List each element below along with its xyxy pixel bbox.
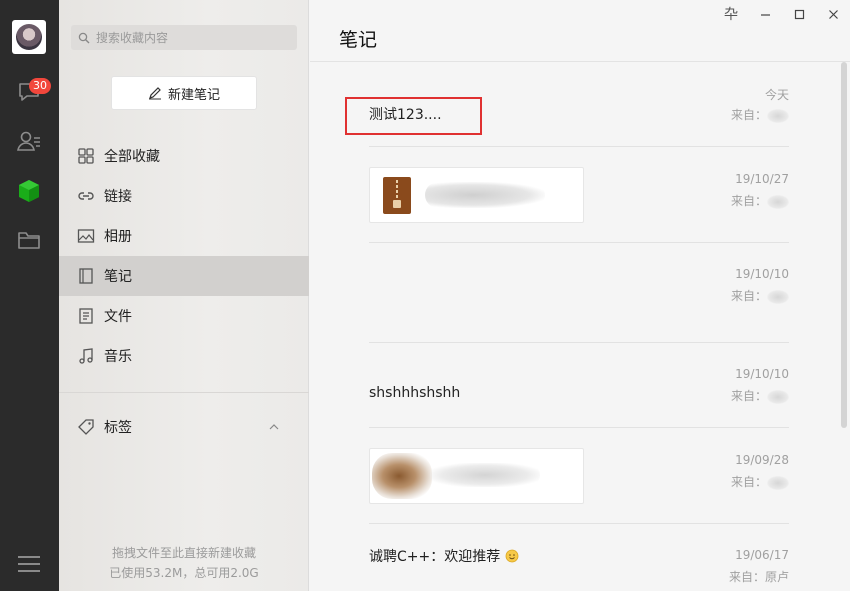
unread-badge: 30 bbox=[29, 78, 51, 94]
zip-file-icon bbox=[383, 177, 411, 214]
nav-item-all[interactable]: 全部收藏 bbox=[59, 136, 309, 176]
icon-rail: 30 bbox=[0, 0, 59, 591]
new-note-label: 新建笔记 bbox=[167, 87, 220, 103]
grid-icon bbox=[78, 148, 94, 164]
favorites-cube-icon[interactable] bbox=[14, 176, 44, 206]
file-icon bbox=[79, 308, 93, 324]
note-date: 今天 bbox=[764, 88, 789, 102]
nav-label: 相册 bbox=[104, 229, 132, 245]
chevron-up-icon[interactable] bbox=[268, 421, 280, 433]
note-date: 19/10/10 bbox=[735, 367, 789, 381]
note-source: 来自：原卢 bbox=[728, 570, 789, 584]
note-item[interactable]: 19/09/28 来自： bbox=[369, 428, 789, 524]
pencil-icon bbox=[148, 87, 161, 100]
search-icon bbox=[78, 32, 90, 43]
nav-label: 笔记 bbox=[104, 269, 132, 285]
nav-label: 全部收藏 bbox=[104, 149, 160, 165]
image-icon bbox=[77, 229, 95, 243]
note-date: 19/10/10 bbox=[735, 267, 789, 281]
storage-usage: 已使用53.2M，总可用2.0G bbox=[109, 566, 259, 580]
nav-item-files[interactable]: 文件 bbox=[59, 296, 309, 336]
nav-label: 链接 bbox=[104, 189, 132, 205]
note-date: 19/06/17 bbox=[735, 548, 789, 562]
tags-label: 标签 bbox=[104, 420, 132, 436]
notes-list: 测试123.... 今天 来自： 19/10/27 来自： 19/10/10 来… bbox=[310, 62, 840, 591]
note-source: 来自： bbox=[731, 192, 789, 209]
search-box[interactable] bbox=[71, 25, 297, 50]
file-card[interactable] bbox=[369, 167, 584, 223]
page-title: 笔记 bbox=[339, 29, 378, 51]
note-item[interactable]: 19/10/27 来自： bbox=[369, 147, 789, 243]
highlight-box bbox=[345, 97, 482, 135]
nav-label: 文件 bbox=[104, 309, 132, 325]
divider bbox=[59, 392, 309, 393]
note-date: 19/09/28 bbox=[735, 453, 789, 467]
note-icon bbox=[79, 268, 93, 284]
nav-item-music[interactable]: 音乐 bbox=[59, 336, 309, 376]
note-text: shshhhshshh bbox=[369, 385, 461, 401]
notes-pane: 卆 笔记 测试123.... 今天 来自： 19/10/27 来自： 19/10… bbox=[310, 0, 850, 591]
storage-info: 拖拽文件至此直接新建收藏 已使用53.2M，总可用2.0G bbox=[59, 543, 309, 583]
pin-button[interactable]: 卆 bbox=[714, 0, 748, 28]
nav-item-notes[interactable]: 笔记 bbox=[59, 256, 309, 296]
nav-item-album[interactable]: 相册 bbox=[59, 216, 309, 256]
note-item[interactable]: 诚聘C++：欢迎推荐 19/06/17 来自：原卢 bbox=[369, 524, 789, 591]
drop-hint: 拖拽文件至此直接新建收藏 bbox=[111, 546, 256, 560]
minimize-button[interactable] bbox=[748, 0, 782, 28]
maximize-button[interactable] bbox=[782, 0, 816, 28]
link-icon bbox=[78, 192, 94, 200]
note-source: 来自： bbox=[731, 387, 789, 404]
close-button[interactable] bbox=[816, 0, 850, 28]
nav-item-links[interactable]: 链接 bbox=[59, 176, 309, 216]
note-item[interactable]: 19/10/10 来自： bbox=[369, 243, 789, 343]
note-text: 诚聘C++：欢迎推荐 bbox=[369, 546, 519, 566]
tag-icon bbox=[78, 419, 94, 435]
new-note-button[interactable]: 新建笔记 bbox=[111, 76, 257, 110]
nav-label: 音乐 bbox=[104, 349, 132, 365]
window-controls: 卆 bbox=[714, 0, 850, 28]
note-source: 来自： bbox=[731, 106, 789, 123]
tags-section[interactable]: 标签 bbox=[59, 407, 309, 447]
note-date: 19/10/27 bbox=[735, 172, 789, 186]
search-input[interactable] bbox=[96, 30, 276, 45]
favorites-sidebar: 新建笔记 全部收藏 链接 相册 笔记 文件 音乐 标签 bbox=[59, 0, 309, 591]
note-item[interactable]: shshhhshshh 19/10/10 来自： bbox=[369, 343, 789, 428]
image-card[interactable] bbox=[369, 448, 584, 504]
folder-icon[interactable] bbox=[14, 225, 44, 255]
smile-emoji-icon bbox=[505, 549, 519, 563]
music-icon bbox=[79, 348, 93, 364]
scrollbar[interactable] bbox=[841, 62, 847, 428]
avatar[interactable] bbox=[12, 20, 46, 54]
menu-icon[interactable] bbox=[18, 556, 40, 574]
contacts-icon[interactable] bbox=[14, 126, 44, 156]
category-nav: 全部收藏 链接 相册 笔记 文件 音乐 bbox=[59, 136, 309, 376]
note-source: 来自： bbox=[731, 473, 789, 490]
note-source: 来自： bbox=[731, 287, 789, 304]
